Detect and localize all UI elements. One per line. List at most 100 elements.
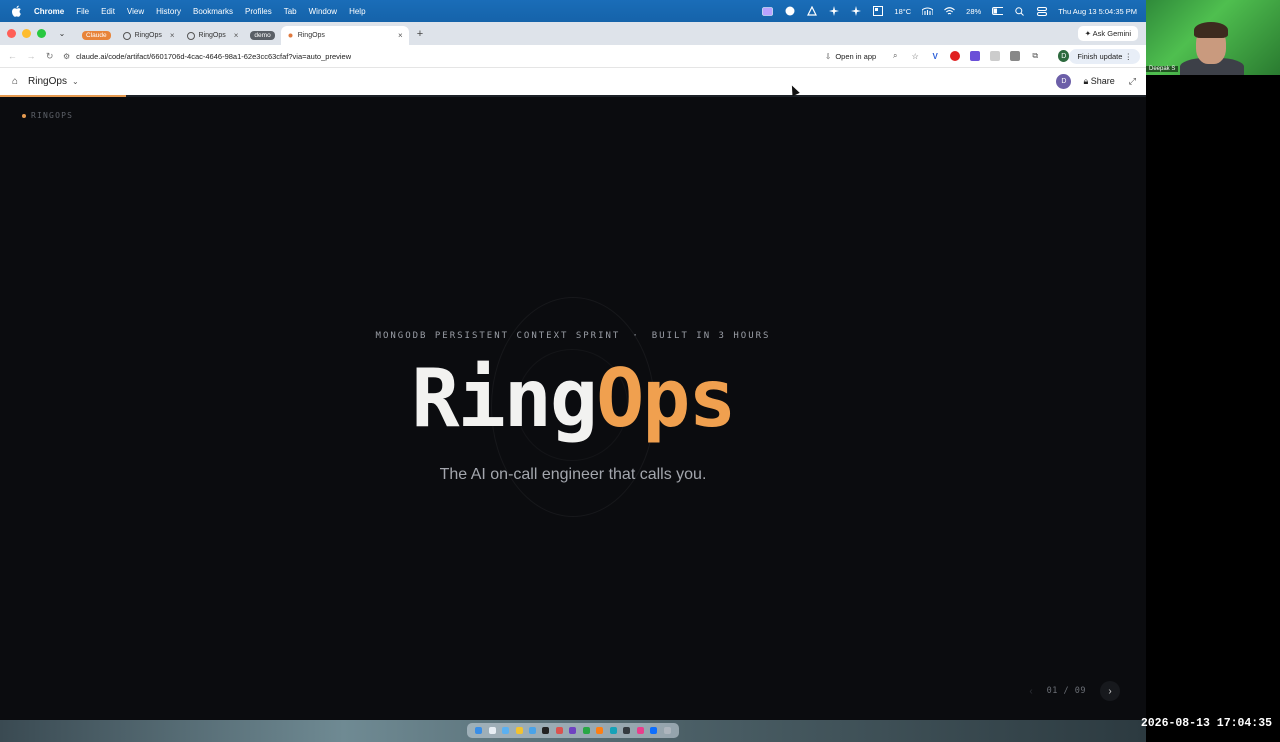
chevron-down-icon[interactable]: ⌄ bbox=[72, 77, 79, 86]
apple-icon[interactable] bbox=[10, 4, 24, 18]
menu-profiles[interactable]: Profiles bbox=[245, 7, 272, 16]
artifact-title[interactable]: RingOps bbox=[28, 76, 67, 87]
share-label: Share bbox=[1090, 76, 1115, 86]
extension-purple-icon[interactable] bbox=[970, 51, 981, 61]
menu-window[interactable]: Window bbox=[309, 7, 337, 16]
chat-icon[interactable] bbox=[784, 6, 795, 16]
gemini-sparkle-icon[interactable] bbox=[850, 6, 861, 16]
clock[interactable]: Thu Aug 13 5:04:35 PM bbox=[1058, 7, 1137, 16]
app-icon-orange[interactable] bbox=[596, 727, 604, 734]
window-controls bbox=[7, 29, 46, 38]
share-button[interactable]: 🔒︎ Share bbox=[1083, 76, 1114, 87]
screen-record-icon[interactable] bbox=[762, 6, 774, 16]
spotlight-search-icon[interactable] bbox=[1014, 6, 1025, 16]
app-icon-pink[interactable] bbox=[636, 727, 644, 734]
battery-icon[interactable] bbox=[992, 6, 1004, 16]
app-icon-purple[interactable] bbox=[569, 727, 577, 734]
launchpad-icon[interactable] bbox=[488, 727, 496, 734]
window-manager-icon[interactable] bbox=[872, 6, 883, 16]
back-arrow-icon[interactable]: ← bbox=[3, 51, 22, 61]
trash-icon[interactable] bbox=[663, 727, 671, 734]
home-icon[interactable]: ⌂ bbox=[12, 76, 18, 87]
tab-group-label: demo bbox=[250, 31, 275, 40]
slide-navigation: ‹ 01 / 09 › bbox=[1029, 681, 1120, 701]
new-tab-plus-icon[interactable]: + bbox=[417, 28, 423, 40]
tab-group-demo[interactable]: demo bbox=[244, 26, 280, 45]
mail-icon[interactable] bbox=[529, 727, 537, 734]
menu-bookmarks[interactable]: Bookmarks bbox=[193, 7, 233, 16]
participant-hair bbox=[1194, 22, 1228, 38]
menu-history[interactable]: History bbox=[156, 7, 181, 16]
claude-favicon-icon bbox=[286, 32, 294, 39]
menu-extras: 18°C 28% Thu Aug 13 5:04:35 PM bbox=[762, 6, 1146, 16]
brand-chip: RINGOPS bbox=[22, 111, 73, 120]
menu-help[interactable]: Help bbox=[349, 7, 365, 16]
close-tab-icon[interactable]: × bbox=[170, 31, 175, 40]
minimize-window-button[interactable] bbox=[22, 29, 31, 38]
tab-ringops-1[interactable]: RingOps × bbox=[117, 26, 181, 45]
app-icon-red[interactable] bbox=[555, 727, 563, 734]
menu-file[interactable]: File bbox=[76, 7, 89, 16]
wifi-icon[interactable] bbox=[944, 6, 956, 16]
hero-title: RingOps bbox=[0, 359, 1146, 439]
url-text[interactable]: claude.ai/code/artifact/6601706d-4cac-46… bbox=[76, 52, 351, 61]
zoom-window-button[interactable] bbox=[37, 29, 46, 38]
extension-gray-icon[interactable] bbox=[990, 51, 1001, 61]
extension-v-icon[interactable]: V bbox=[930, 52, 940, 61]
extension-red-icon[interactable] bbox=[950, 51, 961, 61]
tab-title: RingOps bbox=[198, 32, 226, 39]
hero-title-ops: Ops bbox=[596, 352, 736, 445]
safari-icon[interactable] bbox=[502, 727, 510, 734]
expand-icon[interactable]: ⤢ bbox=[1129, 76, 1136, 87]
finish-update-label: Finish update bbox=[1077, 51, 1123, 61]
bookmark-star-icon[interactable]: ☆ bbox=[910, 52, 920, 61]
finder-icon[interactable] bbox=[475, 727, 483, 734]
open-in-app-button[interactable]: ⇩ Open in app bbox=[825, 52, 876, 61]
app-icon-teal[interactable] bbox=[609, 727, 617, 734]
app-icon-dark[interactable] bbox=[623, 727, 631, 734]
avatar[interactable]: D bbox=[1056, 74, 1072, 89]
tab-ringops-active[interactable]: RingOps × bbox=[280, 26, 409, 45]
sparkle-icon[interactable] bbox=[828, 6, 839, 16]
drive-icon[interactable] bbox=[806, 6, 817, 16]
menu-edit[interactable]: Edit bbox=[101, 7, 115, 16]
previous-slide-icon[interactable]: ‹ bbox=[1029, 686, 1032, 697]
ask-gemini-button[interactable]: ✦ Ask Gemini bbox=[1077, 26, 1138, 41]
browser-tab-strip: ⌄ Claude RingOps × RingOps × demo RingOp… bbox=[0, 22, 1146, 45]
menu-app-chrome[interactable]: Chrome bbox=[34, 7, 64, 16]
extension-dark-icon[interactable] bbox=[1010, 51, 1021, 61]
app-icon-blue[interactable] bbox=[650, 727, 658, 734]
profile-avatar[interactable]: D bbox=[1058, 50, 1070, 62]
close-tab-icon[interactable]: × bbox=[234, 31, 239, 40]
tab-title: RingOps bbox=[134, 32, 162, 39]
tab-search-chevron-icon[interactable]: ⌄ bbox=[54, 29, 70, 38]
forward-arrow-icon[interactable]: → bbox=[22, 51, 41, 61]
terminal-icon[interactable] bbox=[542, 727, 550, 734]
zoom-icon[interactable]: ⌕ bbox=[890, 51, 900, 61]
finish-update-button[interactable]: Finish update ⋮ bbox=[1069, 48, 1141, 64]
reload-icon[interactable]: ↻ bbox=[40, 51, 59, 62]
brand-label: RINGOPS bbox=[31, 111, 74, 120]
extensions-puzzle-icon[interactable]: ⧉ bbox=[1030, 51, 1040, 61]
close-tab-icon[interactable]: × bbox=[398, 31, 403, 40]
tab-title: RingOps bbox=[297, 32, 325, 39]
browser-toolbar: ← → ↻ ⚙ claude.ai/code/artifact/6601706d… bbox=[0, 45, 1146, 68]
slide-eyebrow: MONGODB PERSISTENT CONTEXT SPRINT · BUILT … bbox=[0, 331, 1146, 341]
battery-percent: 28% bbox=[966, 6, 982, 16]
tab-group-claude[interactable]: Claude bbox=[76, 26, 117, 45]
omnibox[interactable]: ⚙ claude.ai/code/artifact/6601706d-4cac-… bbox=[63, 52, 753, 61]
menu-view[interactable]: View bbox=[127, 7, 144, 16]
tab-ringops-2[interactable]: RingOps × bbox=[181, 26, 245, 45]
app-icon-green[interactable] bbox=[582, 727, 590, 734]
close-window-button[interactable] bbox=[7, 29, 16, 38]
chrome-icon[interactable] bbox=[515, 727, 523, 734]
next-slide-button[interactable]: › bbox=[1100, 681, 1120, 701]
webcam-tile: Deepak S bbox=[1146, 0, 1280, 75]
site-settings-icon[interactable]: ⚙ bbox=[63, 52, 70, 61]
dock bbox=[467, 723, 679, 738]
menu-tab[interactable]: Tab bbox=[284, 7, 297, 16]
control-center-icon[interactable] bbox=[1036, 6, 1047, 16]
brand-dot-icon bbox=[22, 113, 26, 118]
bridge-icon[interactable] bbox=[922, 6, 934, 16]
weather-status[interactable]: 18°C bbox=[894, 7, 911, 16]
